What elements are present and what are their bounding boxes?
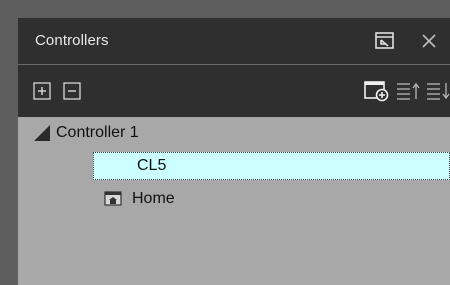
panel-title: Controllers (35, 32, 109, 49)
outer-frame-top (0, 0, 450, 18)
panel-titlebar: Controllers (18, 18, 450, 64)
controllers-panel: Controllers Controller 1 CL5 Home (18, 18, 450, 285)
close-icon[interactable] (416, 28, 442, 54)
controller-tree: Controller 1 CL5 Home (18, 117, 450, 285)
tree-item-controller[interactable]: Controller 1 (32, 121, 139, 145)
sort-descending-icon[interactable] (426, 81, 450, 101)
tree-item-label: Controller 1 (56, 124, 139, 141)
popout-icon[interactable] (372, 28, 398, 54)
tree-item-label: CL5 (137, 157, 167, 174)
sort-ascending-icon[interactable] (396, 81, 422, 101)
triangle-expand-icon[interactable] (32, 123, 52, 143)
tree-item-label: Home (132, 190, 175, 207)
tree-item-cl5[interactable]: CL5 (93, 152, 450, 180)
tree-item-home[interactable]: Home (104, 187, 175, 211)
home-screen-icon (104, 190, 124, 208)
remove-icon[interactable] (62, 81, 82, 101)
add-icon[interactable] (32, 81, 52, 101)
outer-frame-left (0, 0, 18, 285)
add-screen-icon[interactable] (364, 81, 390, 102)
toolbar (18, 65, 450, 117)
